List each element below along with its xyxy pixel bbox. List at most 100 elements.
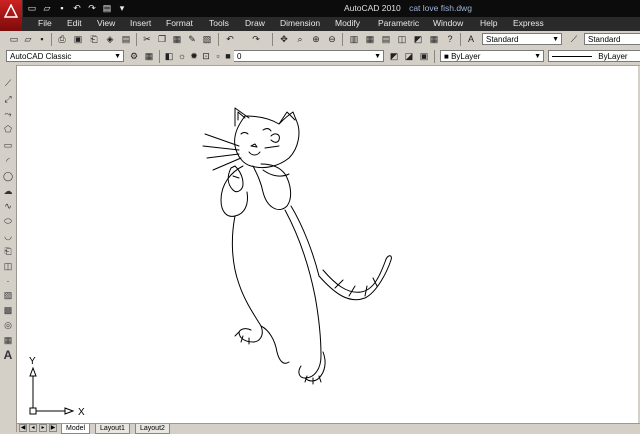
ellipse-arc-icon[interactable]: ◡	[2, 230, 14, 242]
line-icon[interactable]: ⟋	[2, 77, 14, 89]
zoom-realtime-icon[interactable]: ⌕	[294, 33, 306, 45]
hatch-icon[interactable]: ▨	[2, 289, 14, 301]
previous-tab-icon[interactable]: ◂	[29, 424, 37, 432]
tab-layout2[interactable]: Layout2	[135, 424, 170, 434]
separator	[136, 33, 137, 46]
ellipse-icon[interactable]: ⬭	[2, 215, 14, 227]
menu-parametric[interactable]: Parametric	[378, 18, 419, 28]
separator	[434, 50, 435, 63]
menu-dimension[interactable]: Dimension	[280, 18, 320, 28]
circle-icon[interactable]: ◯	[2, 170, 14, 182]
menu-insert[interactable]: Insert	[130, 18, 151, 28]
cat-tail	[318, 255, 392, 301]
redo-icon[interactable]: ↷	[250, 33, 262, 45]
preview-icon[interactable]: ▣	[72, 33, 84, 45]
copy-icon[interactable]: ❐	[156, 33, 168, 45]
open-icon[interactable]: ▱	[41, 3, 53, 14]
layer-properties-icon[interactable]: ▦	[143, 50, 155, 62]
rectangle-icon[interactable]: ▭	[2, 139, 14, 151]
undo-icon[interactable]: ↶	[224, 33, 236, 45]
arc-icon[interactable]: ◜	[2, 155, 14, 167]
zoom-previous-icon[interactable]: ⊖	[326, 33, 338, 45]
insert-block-icon[interactable]: ⎗	[2, 245, 14, 257]
table-icon[interactable]: ▦	[2, 334, 14, 346]
chevron-down-icon: ▼	[374, 53, 381, 60]
3d-dwf-icon[interactable]: ◈	[104, 33, 116, 45]
spline-icon[interactable]: ∿	[2, 200, 14, 212]
next-tab-icon[interactable]: ▸	[39, 424, 47, 432]
new-icon[interactable]: ▭	[26, 3, 38, 14]
save-file-icon[interactable]: ▪	[36, 33, 48, 45]
dropdown-arrow-icon[interactable]: ▾	[116, 3, 128, 14]
menu-view[interactable]: View	[97, 18, 115, 28]
drawing-area[interactable]: Y X	[17, 66, 638, 423]
menu-modify[interactable]: Modify	[335, 18, 360, 28]
standard-toolbar: ▭ ▱ ▪ ⎙ ▣ ⎗ ◈ ▤ ✂ ❐ ▦ ✎ ▧ ↶ ↷ ✥ ⌕ ⊕ ⊖ ▥ …	[0, 31, 640, 49]
cat-ear-left	[234, 107, 250, 127]
make-block-icon[interactable]: ◫	[2, 260, 14, 272]
last-tab-icon[interactable]: ▶	[49, 424, 57, 432]
tool-palettes-icon[interactable]: ▤	[380, 33, 392, 45]
menu-draw[interactable]: Draw	[245, 18, 265, 28]
publish-icon[interactable]: ⎗	[88, 33, 100, 45]
menu-format[interactable]: Format	[166, 18, 193, 28]
page-setup-icon[interactable]: ▤	[120, 33, 132, 45]
multiline-text-icon[interactable]: A	[2, 349, 14, 361]
undo-icon[interactable]: ↶	[71, 3, 83, 14]
paste-icon[interactable]: ▦	[171, 33, 183, 45]
text-style-combo[interactable]: Standard ▼	[482, 33, 562, 45]
tab-model[interactable]: Model	[61, 424, 91, 434]
redo-icon[interactable]: ↷	[86, 3, 98, 14]
properties-icon[interactable]: ▥	[348, 33, 360, 45]
qnew-icon[interactable]: ▭	[8, 33, 20, 45]
linetype-combo[interactable]: ByLayer	[548, 50, 640, 62]
polyline-icon[interactable]: ⤳	[2, 108, 14, 120]
zoom-window-icon[interactable]: ⊕	[310, 33, 322, 45]
workspace-settings-icon[interactable]: ⚙	[128, 50, 140, 62]
dim-style-combo[interactable]: Standard	[584, 33, 640, 45]
layer-match-icon[interactable]: ▣	[418, 50, 430, 62]
separator	[460, 33, 461, 46]
layer-states-icon[interactable]: ◧	[163, 50, 175, 62]
help-icon[interactable]: ?	[444, 33, 456, 45]
cat-eye-right	[262, 128, 272, 132]
block-editor-icon[interactable]: ▧	[201, 33, 213, 45]
application-menu-button[interactable]	[0, 0, 23, 32]
pan-icon[interactable]: ✥	[278, 33, 290, 45]
cut-icon[interactable]: ✂	[141, 33, 153, 45]
tab-layout1[interactable]: Layout1	[95, 424, 130, 434]
match-properties-icon[interactable]: ✎	[186, 33, 198, 45]
make-current-layer-icon[interactable]: ◩	[388, 50, 400, 62]
menu-edit[interactable]: Edit	[67, 18, 82, 28]
gradient-icon[interactable]: ▩	[2, 304, 14, 316]
revision-cloud-icon[interactable]: ☁	[2, 185, 14, 197]
draw-toolbar: ⟋ ⤢ ⤳ ⬠ ▭ ◜ ◯ ☁ ∿ ⬭ ◡ ⎗ ◫ · ▨ ▩ ◎ ▦ A	[0, 65, 17, 432]
plot-icon[interactable]: ▤	[101, 3, 113, 14]
separator	[51, 33, 52, 46]
markup-icon[interactable]: ◩	[412, 33, 424, 45]
menu-window[interactable]: Window	[433, 18, 463, 28]
dim-style-icon[interactable]: ⟋	[568, 33, 580, 45]
menu-tools[interactable]: Tools	[209, 18, 229, 28]
design-center-icon[interactable]: ▦	[364, 33, 376, 45]
first-tab-icon[interactable]: ◀	[19, 424, 27, 432]
layer-combo[interactable]: 0 ▼	[234, 50, 384, 62]
polygon-icon[interactable]: ⬠	[2, 123, 14, 135]
point-icon[interactable]: ·	[2, 275, 14, 287]
open-file-icon[interactable]: ▱	[22, 33, 34, 45]
text-style-icon[interactable]: A	[465, 33, 477, 45]
region-icon[interactable]: ◎	[2, 319, 14, 331]
plot-icon[interactable]: ⎙	[56, 33, 68, 45]
menu-express[interactable]: Express	[513, 18, 544, 28]
linetype-sample	[552, 56, 592, 58]
color-combo[interactable]: ■ ByLayer ▼	[440, 50, 544, 62]
save-icon[interactable]: ▪	[56, 3, 68, 14]
autocad-logo-icon	[4, 4, 18, 18]
layer-previous-icon[interactable]: ◪	[403, 50, 415, 62]
construction-line-icon[interactable]: ⤢	[2, 93, 14, 105]
calculator-icon[interactable]: ▦	[428, 33, 440, 45]
workspace-combo[interactable]: AutoCAD Classic ▼	[6, 50, 124, 62]
sheet-set-icon[interactable]: ◫	[396, 33, 408, 45]
menu-file[interactable]: File	[38, 18, 52, 28]
menu-help[interactable]: Help	[480, 18, 497, 28]
